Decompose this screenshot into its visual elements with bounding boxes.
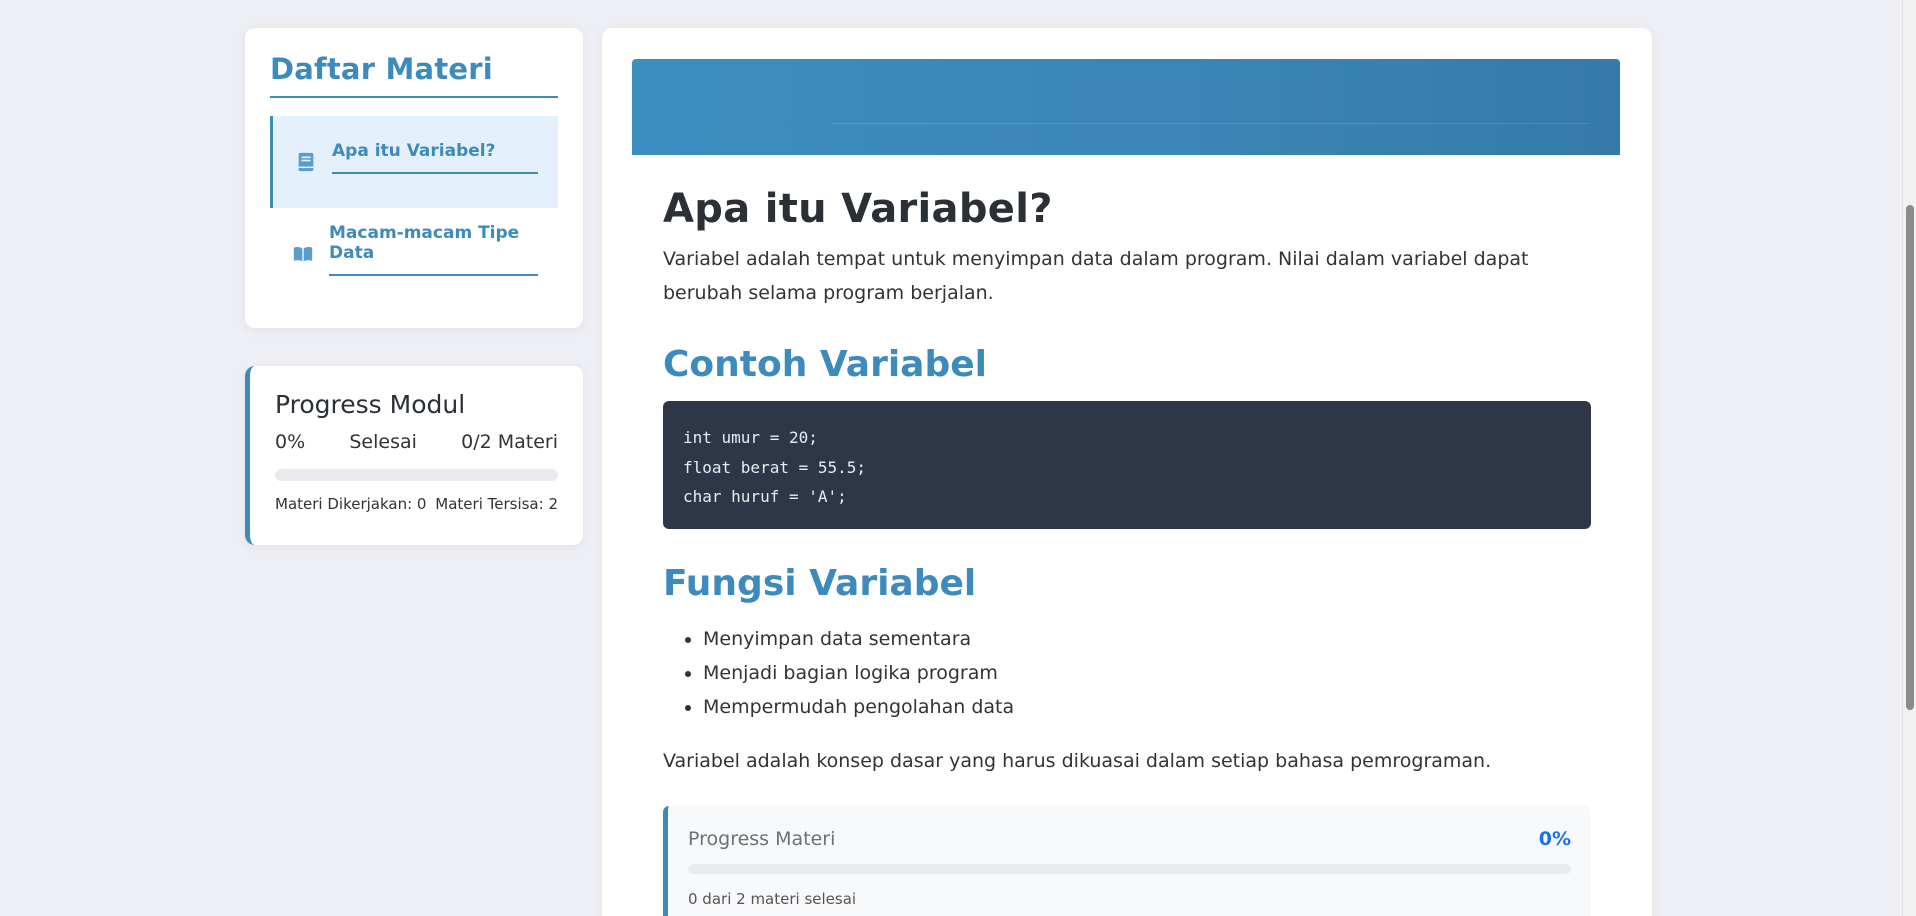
material-progress-bar	[688, 864, 1571, 874]
code-line: int umur = 20;	[683, 428, 818, 447]
article-intro: Variabel adalah tempat untuk menyimpan d…	[663, 248, 1529, 304]
function-heading: Fungsi Variabel	[663, 563, 977, 604]
open-book-icon	[293, 246, 313, 262]
function-list: Menyimpan data sementara Menjadi bagian …	[663, 622, 1591, 724]
list-item: Menyimpan data sementara	[703, 622, 1591, 656]
materials-done: Materi Dikerjakan: 0	[275, 495, 427, 513]
book-icon	[298, 152, 314, 172]
module-progress-title: Progress Modul	[275, 390, 466, 419]
module-progress-stats: Materi Dikerjakan: 0 Materi Tersisa: 2	[275, 495, 558, 513]
toc-item-macam-tipe-data[interactable]: Macam-macam Tipe Data	[270, 208, 558, 300]
page-scrollbar[interactable]	[1902, 0, 1916, 916]
module-progress-count: 0/2 Materi	[461, 431, 558, 453]
toc-list: Apa itu Variabel? Macam-macam Tipe Data	[270, 116, 558, 300]
banner-divider	[832, 123, 1590, 124]
toc-title: Daftar Materi	[270, 52, 558, 98]
example-heading: Contoh Variabel	[663, 344, 987, 385]
material-progress-box: Progress Materi 0% 0 dari 2 materi seles…	[663, 806, 1591, 916]
code-line: char huruf = 'A';	[683, 487, 847, 506]
material-progress-header: Progress Materi 0%	[688, 828, 1571, 850]
toc-item-label: Macam-macam Tipe Data	[329, 223, 538, 276]
module-progress-status: Selesai	[349, 431, 417, 453]
scrollbar-thumb[interactable]	[1906, 205, 1914, 710]
material-progress-note: 0 dari 2 materi selesai	[688, 890, 857, 908]
article-closing: Variabel adalah konsep dasar yang harus …	[663, 750, 1492, 772]
toc-divider	[270, 332, 558, 333]
article-title: Apa itu Variabel?	[663, 186, 1053, 232]
material-progress-label: Progress Materi	[688, 828, 836, 850]
toc-item-apa-itu-variabel[interactable]: Apa itu Variabel?	[270, 116, 558, 208]
toc-item-label: Apa itu Variabel?	[332, 141, 538, 174]
materials-remaining: Materi Tersisa: 2	[435, 495, 558, 513]
main-content-card: Apa itu Variabel? Variabel adalah tempat…	[602, 28, 1652, 916]
list-item: Mempermudah pengolahan data	[703, 690, 1591, 724]
module-progress-summary: 0% Selesai 0/2 Materi	[275, 431, 558, 453]
list-item: Menjadi bagian logika program	[703, 656, 1591, 690]
module-progress-card: Progress Modul 0% Selesai 0/2 Materi Mat…	[245, 366, 583, 545]
toc-card: Daftar Materi Apa itu Variabel? Macam-ma…	[245, 28, 583, 333]
code-block: int umur = 20; float berat = 55.5; char …	[663, 401, 1591, 529]
module-progress-bar	[275, 469, 558, 481]
page: Daftar Materi Apa itu Variabel? Macam-ma…	[0, 0, 1916, 916]
material-progress-percent: 0%	[1538, 828, 1571, 850]
code-line: float berat = 55.5;	[683, 457, 867, 477]
article: Apa itu Variabel? Variabel adalah tempat…	[663, 186, 1591, 916]
header-banner	[632, 59, 1620, 155]
module-progress-percent: 0%	[275, 431, 306, 453]
